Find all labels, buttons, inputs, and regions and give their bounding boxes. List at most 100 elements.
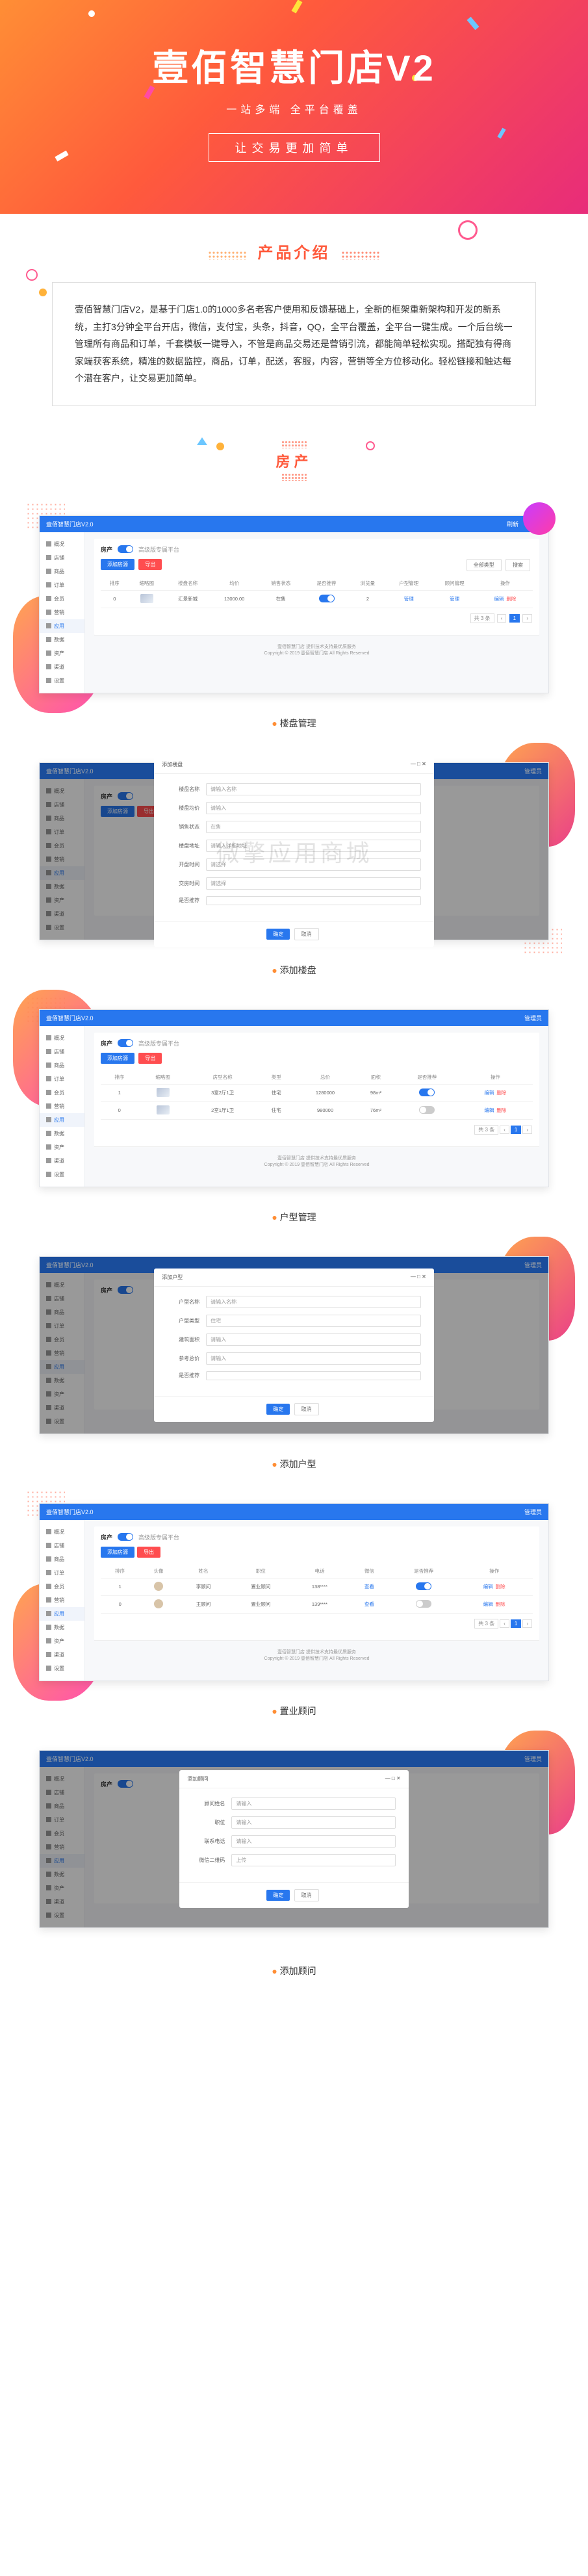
delete-link[interactable]: 删除 xyxy=(506,596,516,602)
sidebar-item-home[interactable]: 概况 xyxy=(40,537,84,551)
sidebar-item-asset[interactable]: 资产 xyxy=(40,1634,84,1648)
field-input[interactable]: 请输入详细地址 xyxy=(206,840,421,852)
manage-huxing-link[interactable]: 管理 xyxy=(404,596,414,602)
sidebar-item-goods[interactable]: 商品 xyxy=(40,565,84,578)
edit-link[interactable]: 编辑 xyxy=(484,1107,494,1113)
sidebar-item-user[interactable]: 会员 xyxy=(40,1580,84,1593)
cancel-button[interactable]: 取消 xyxy=(294,1403,319,1415)
delete-link[interactable]: 删除 xyxy=(496,1584,505,1590)
recommend-toggle[interactable] xyxy=(419,1088,435,1096)
field-input[interactable]: 请选择 xyxy=(206,877,421,890)
sidebar-item-app[interactable]: 应用 xyxy=(40,1113,84,1127)
sidebar-item-user[interactable]: 会员 xyxy=(40,592,84,606)
refresh-link[interactable]: 刷新 xyxy=(507,521,518,528)
field-input[interactable]: 请输入 xyxy=(206,1352,421,1365)
confirm-button[interactable]: 确定 xyxy=(266,929,290,940)
sidebar-item-setting[interactable]: 设置 xyxy=(40,1168,84,1181)
sidebar-item-shop[interactable]: 店铺 xyxy=(40,1045,84,1059)
thumbnail-image xyxy=(140,594,153,603)
field-input[interactable]: 请输入名称 xyxy=(206,1296,421,1308)
field-input[interactable] xyxy=(206,896,421,905)
sidebar-item-shop[interactable]: 店铺 xyxy=(40,551,84,565)
field-input[interactable]: 请输入 xyxy=(231,1797,395,1810)
manage-guwen-link[interactable]: 管理 xyxy=(450,596,459,602)
add-huxing-button[interactable]: 添加房源 xyxy=(101,1053,134,1064)
sidebar-item-shop[interactable]: 店铺 xyxy=(40,1539,84,1552)
close-icon[interactable]: — □ ✕ xyxy=(411,1274,426,1281)
huxing-table: 排序缩略图房型名称类型总价面积是否推荐操作13室2厅1卫住宅128000098m… xyxy=(101,1070,533,1120)
add-building-button[interactable]: 添加房源 xyxy=(101,559,134,570)
close-icon[interactable]: — □ ✕ xyxy=(411,761,426,768)
avatar-image xyxy=(154,1582,163,1591)
delete-link[interactable]: 删除 xyxy=(496,1090,506,1096)
export-button[interactable]: 导出 xyxy=(138,559,162,570)
sidebar-item-setting[interactable]: 设置 xyxy=(40,1662,84,1675)
recommend-toggle[interactable] xyxy=(416,1600,431,1608)
caption-add-guwen: 添加顾问 xyxy=(0,1954,588,1997)
modal-overlay: 添加楼盘 — □ ✕ 楼盘名称请输入名称楼盘均价请输入销售状态在售楼盘地址请输入… xyxy=(40,763,548,940)
sidebar-item-order[interactable]: 订单 xyxy=(40,1566,84,1580)
recommend-toggle[interactable] xyxy=(416,1582,431,1590)
search-button[interactable]: 搜索 xyxy=(505,559,530,571)
field-input[interactable]: 请输入 xyxy=(231,1816,395,1829)
caption-add-huxing: 添加户型 xyxy=(0,1447,588,1490)
type-filter[interactable]: 全部类型 xyxy=(467,559,502,571)
field-input[interactable]: 上传 xyxy=(231,1854,395,1866)
sidebar-item-app[interactable]: 应用 xyxy=(40,619,84,633)
panel-title: 房产 xyxy=(101,545,112,554)
cancel-button[interactable]: 取消 xyxy=(294,1889,319,1901)
sidebar-item-order[interactable]: 订单 xyxy=(40,578,84,592)
edit-link[interactable]: 编辑 xyxy=(494,596,504,602)
pager-next[interactable]: › xyxy=(522,614,532,623)
pager-prev[interactable]: ‹ xyxy=(497,614,507,623)
sidebar-item-data[interactable]: 数据 xyxy=(40,1127,84,1140)
field-input[interactable]: 请选择 xyxy=(206,858,421,871)
table-row: 13室2厅1卫住宅128000098m²编辑删除 xyxy=(101,1084,533,1101)
sidebar-item-asset[interactable]: 资产 xyxy=(40,647,84,660)
sidebar-item-market[interactable]: 营销 xyxy=(40,606,84,619)
view-wechat-link[interactable]: 查看 xyxy=(364,1601,374,1607)
edit-link[interactable]: 编辑 xyxy=(483,1584,493,1590)
sidebar-item-user[interactable]: 会员 xyxy=(40,1086,84,1100)
field-input[interactable]: 请输入 xyxy=(206,1333,421,1346)
sidebar-item-home[interactable]: 概况 xyxy=(40,1525,84,1539)
edit-link[interactable]: 编辑 xyxy=(483,1601,493,1607)
sidebar-item-channel[interactable]: 渠道 xyxy=(40,660,84,674)
field-input[interactable] xyxy=(206,1371,421,1380)
sidebar-item-app[interactable]: 应用 xyxy=(40,1607,84,1621)
close-icon[interactable]: — □ ✕ xyxy=(385,1775,401,1783)
cancel-button[interactable]: 取消 xyxy=(294,928,319,940)
field-label: 户型类型 xyxy=(167,1317,206,1324)
sidebar-item-asset[interactable]: 资产 xyxy=(40,1140,84,1154)
sidebar-item-market[interactable]: 营销 xyxy=(40,1593,84,1607)
sidebar-item-goods[interactable]: 商品 xyxy=(40,1059,84,1072)
field-input[interactable]: 请输入 xyxy=(206,802,421,814)
field-label: 开盘时间 xyxy=(167,861,206,868)
sidebar-item-data[interactable]: 数据 xyxy=(40,1621,84,1634)
confirm-button[interactable]: 确定 xyxy=(266,1404,290,1415)
field-input[interactable]: 在售 xyxy=(206,821,421,833)
field-input[interactable]: 请输入名称 xyxy=(206,783,421,795)
view-wechat-link[interactable]: 查看 xyxy=(364,1584,374,1590)
field-input[interactable]: 住宅 xyxy=(206,1315,421,1327)
sidebar-item-goods[interactable]: 商品 xyxy=(40,1552,84,1566)
pager-page[interactable]: 1 xyxy=(509,614,520,623)
field-input[interactable]: 请输入 xyxy=(231,1835,395,1848)
order-icon xyxy=(46,1570,51,1575)
table-row: 0汇景新城13000.00在售2管理管理编辑删除 xyxy=(101,590,533,608)
sidebar-item-setting[interactable]: 设置 xyxy=(40,674,84,688)
sidebar-item-channel[interactable]: 渠道 xyxy=(40,1154,84,1168)
edit-link[interactable]: 编辑 xyxy=(484,1090,494,1096)
confirm-button[interactable]: 确定 xyxy=(266,1890,290,1901)
sidebar-item-home[interactable]: 概况 xyxy=(40,1031,84,1045)
delete-link[interactable]: 删除 xyxy=(496,1601,505,1607)
recommend-toggle[interactable] xyxy=(419,1106,435,1114)
sidebar-item-data[interactable]: 数据 xyxy=(40,633,84,647)
delete-link[interactable]: 删除 xyxy=(496,1107,506,1113)
module-toggle[interactable] xyxy=(118,545,133,553)
recommend-toggle[interactable] xyxy=(319,595,335,602)
add-guwen-button[interactable]: 添加房源 xyxy=(101,1547,134,1558)
sidebar-item-channel[interactable]: 渠道 xyxy=(40,1648,84,1662)
sidebar-item-order[interactable]: 订单 xyxy=(40,1072,84,1086)
sidebar-item-market[interactable]: 营销 xyxy=(40,1100,84,1113)
